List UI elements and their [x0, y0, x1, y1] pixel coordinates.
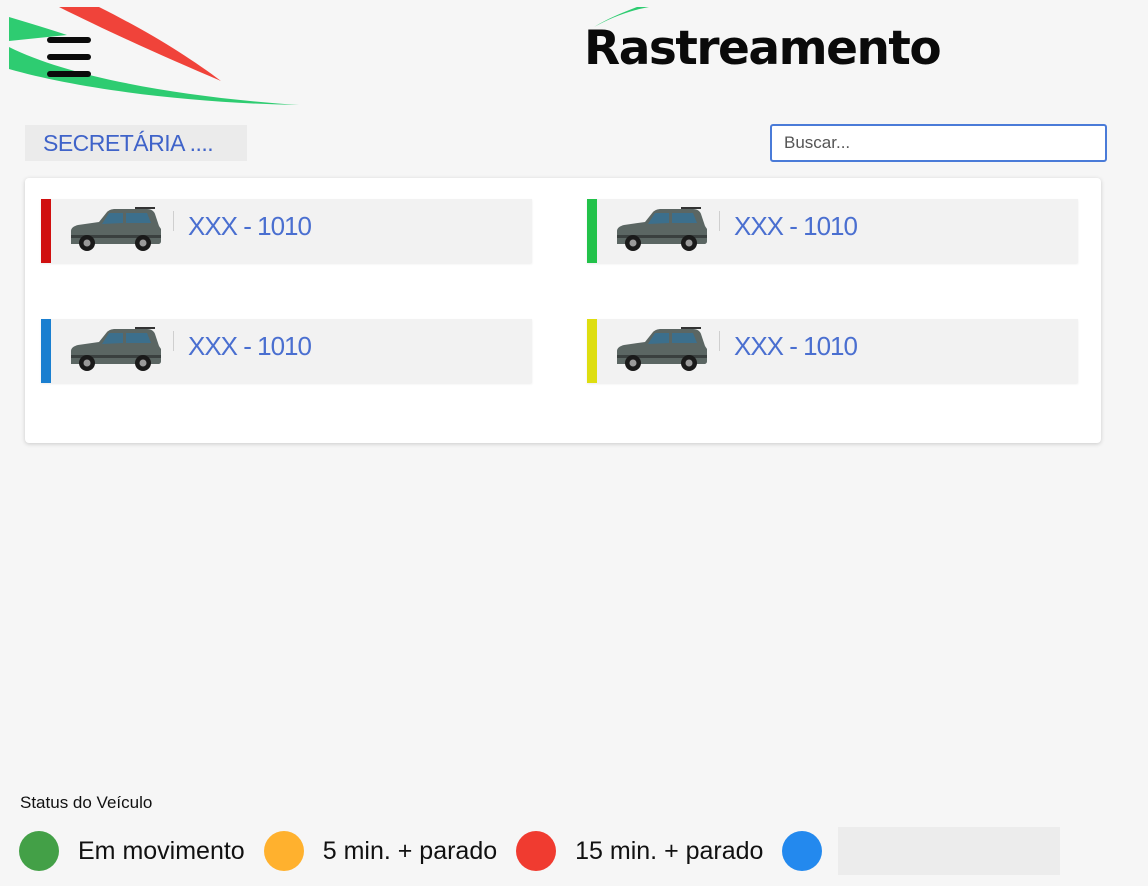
vehicle-status-indicator [587, 319, 597, 383]
menu-line [47, 71, 91, 77]
vehicle-list: XXX - 1010 XXX - 1010 XXX - 1010 XXX - 1… [25, 178, 1101, 443]
legend-dot-5min [263, 831, 304, 871]
vehicle-card[interactable]: XXX - 1010 [587, 199, 1078, 263]
card-divider [173, 211, 174, 231]
vehicle-plate: XXX - 1010 [188, 331, 312, 361]
app-screen: Rastreamento SECRETÁRIA .... XXX - 1010 [9, 7, 1140, 886]
car-icon [617, 207, 707, 251]
legend-dot-moving [19, 831, 59, 871]
vehicle-plate: XXX - 1010 [734, 211, 858, 241]
vehicle-card[interactable]: XXX - 1010 [41, 319, 532, 383]
vehicle-status-indicator [41, 319, 51, 383]
department-selector[interactable]: SECRETÁRIA .... [25, 125, 247, 161]
vehicle-card[interactable]: XXX - 1010 [41, 199, 532, 263]
card-divider [719, 211, 720, 231]
page-title: Rastreamento [584, 21, 942, 76]
car-icon [71, 327, 161, 371]
legend-label-5min: 5 min. + parado [322, 836, 498, 865]
car-icon [71, 207, 161, 251]
card-divider [173, 331, 174, 351]
menu-line [47, 37, 91, 43]
legend-dot-15min [516, 831, 557, 871]
legend-dot-blue [782, 831, 823, 871]
legend-label-15min: 15 min. + parado [575, 836, 764, 865]
vehicle-status-indicator [41, 199, 51, 263]
vehicle-plate: XXX - 1010 [734, 331, 858, 361]
legend-label-blank [838, 827, 1061, 875]
status-legend: Em movimento 5 min. + parado 15 min. + p… [19, 827, 1061, 875]
search-input[interactable] [770, 124, 1107, 162]
vehicle-plate: XXX - 1010 [188, 211, 312, 241]
card-divider [719, 331, 720, 351]
menu-line [47, 54, 91, 60]
vehicle-card[interactable]: XXX - 1010 [587, 319, 1078, 383]
legend-title: Status do Veículo [20, 793, 153, 812]
hamburger-menu-icon[interactable] [45, 33, 95, 83]
legend-label-moving: Em movimento [78, 836, 245, 865]
car-icon [617, 327, 707, 371]
vehicle-status-indicator [587, 199, 597, 263]
